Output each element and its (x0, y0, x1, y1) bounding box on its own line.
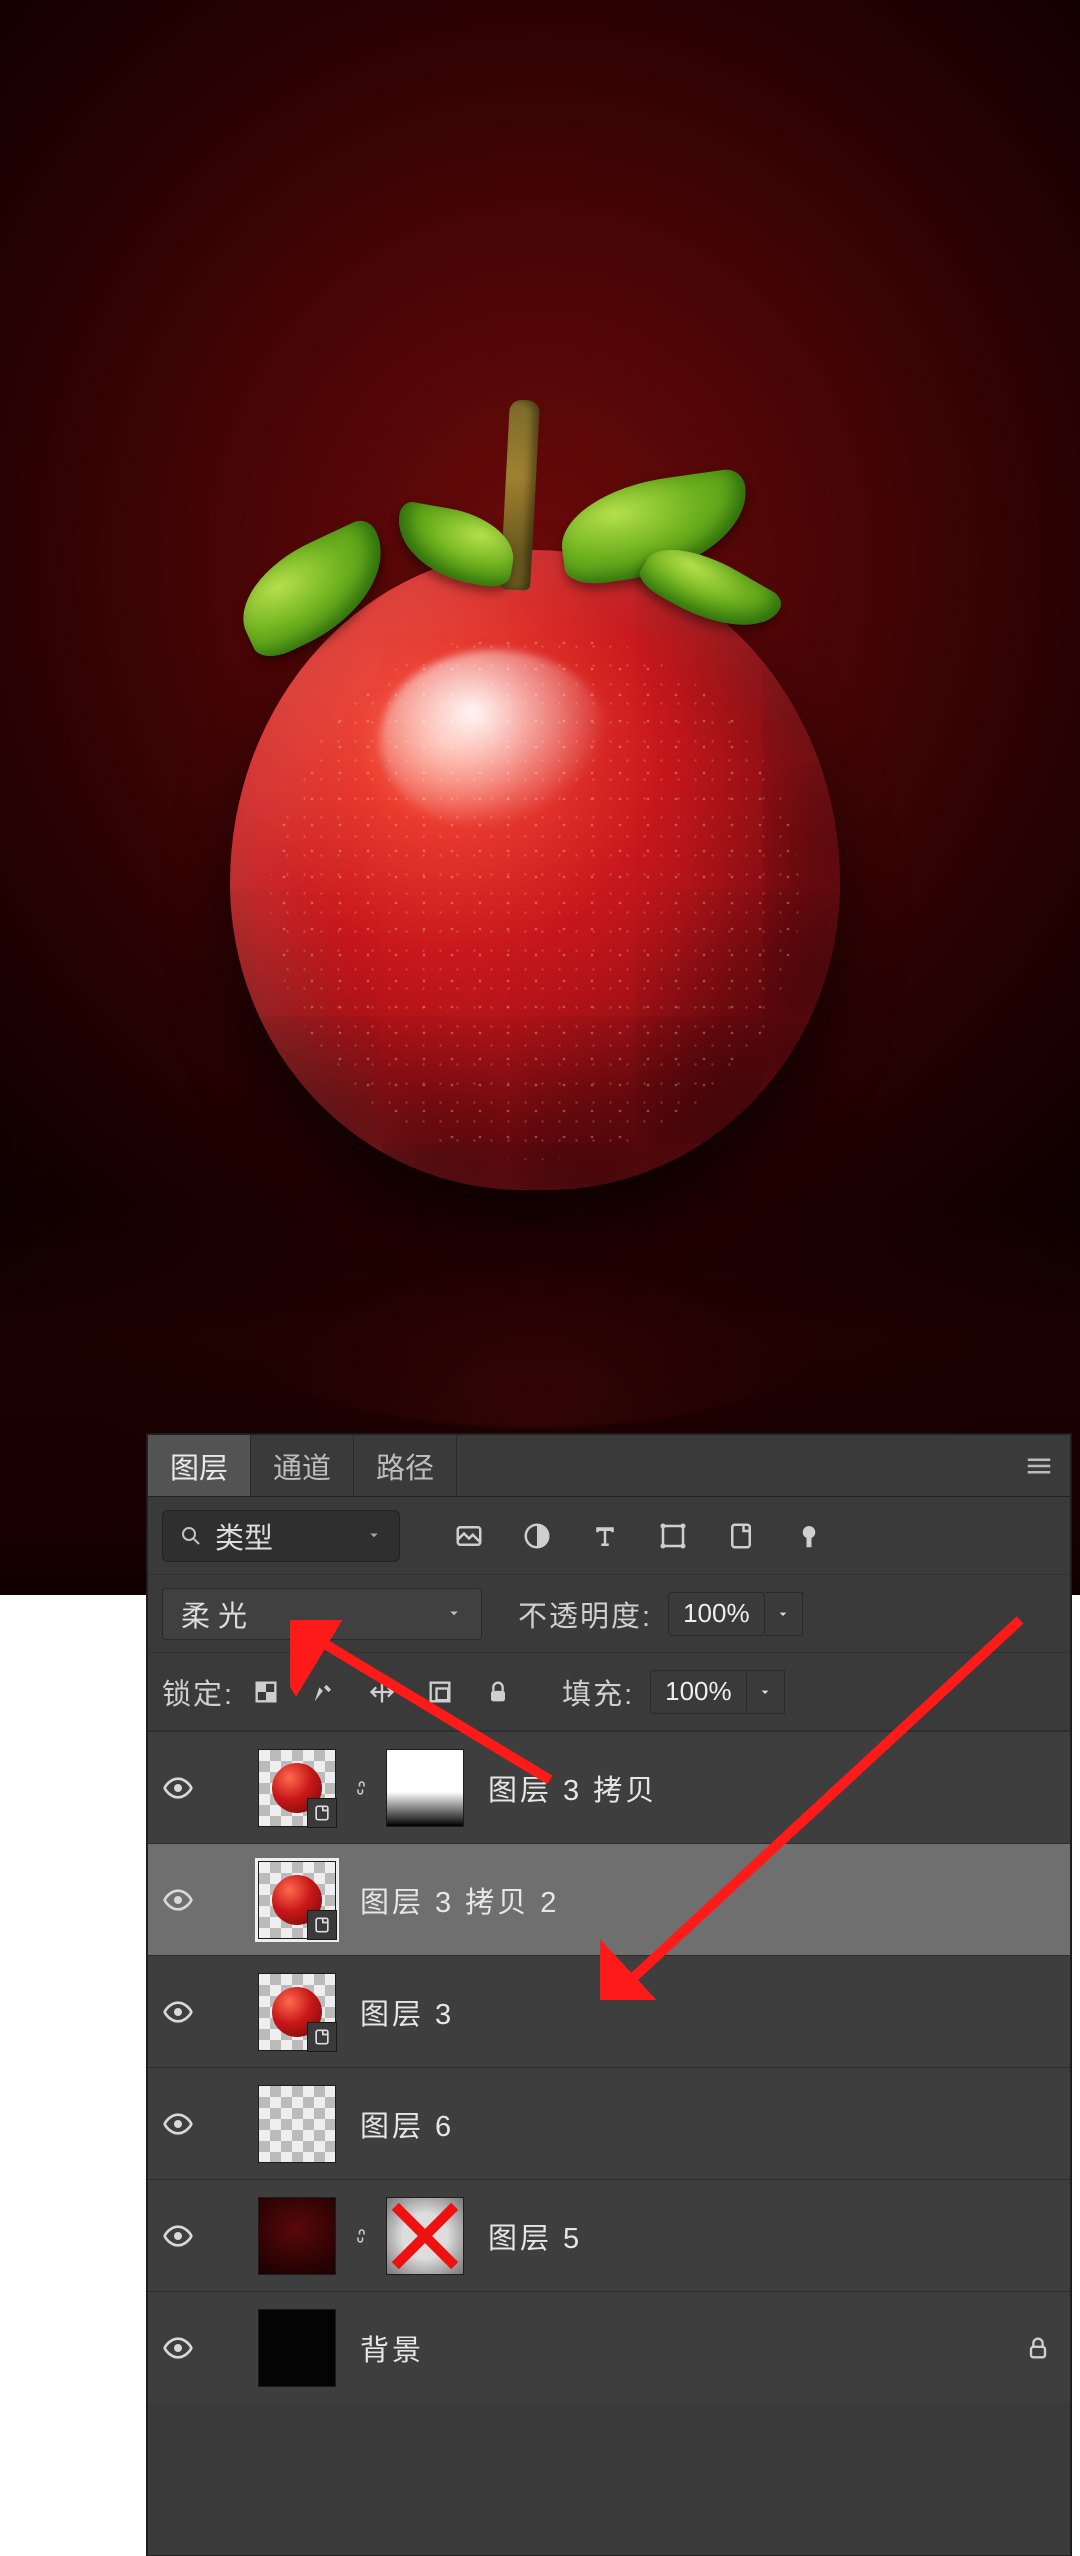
layer-name[interactable]: 图层 3 拷贝 (488, 1767, 657, 1809)
document-canvas (0, 0, 1080, 1595)
tab-layers[interactable]: 图层 (148, 1435, 251, 1496)
apple-artwork (230, 550, 840, 1190)
layer-thumbnail[interactable] (258, 1749, 336, 1827)
layer-thumbnail[interactable] (258, 1861, 336, 1939)
fill-label: 填充: (562, 1671, 634, 1713)
layer-row[interactable]: 背景 (148, 2291, 1070, 2403)
adjustment-layer-icon[interactable] (520, 1519, 554, 1553)
type-layer-icon[interactable] (588, 1519, 622, 1553)
visibility-toggle[interactable] (156, 1766, 200, 1810)
blend-mode-dropdown[interactable]: 柔光 (162, 1588, 482, 1640)
lock-pixels-icon[interactable] (308, 1676, 340, 1708)
leaf (390, 500, 520, 590)
smartobject-badge-icon (307, 1910, 337, 1940)
layer-thumbnail[interactable] (258, 2309, 336, 2387)
opacity-label: 不透明度: (518, 1593, 652, 1635)
layer-row[interactable]: 图层 3 拷贝 (148, 1731, 1070, 1843)
layer-name[interactable]: 背景 (360, 2327, 424, 2369)
layer-thumbnail[interactable] (258, 2085, 336, 2163)
layer-filter-type-label: 类型 (215, 1515, 273, 1557)
layer-filter-icons (452, 1519, 826, 1553)
layer-name[interactable]: 图层 5 (488, 2215, 582, 2257)
lock-all-icon[interactable] (482, 1676, 514, 1708)
layer-row[interactable]: 图层 6 (148, 2067, 1070, 2179)
layer-thumbnail[interactable] (258, 1973, 336, 2051)
artboard-icon[interactable] (792, 1519, 826, 1553)
fill-dropdown-button[interactable] (747, 1670, 785, 1714)
visibility-toggle[interactable] (156, 2214, 200, 2258)
lock-artboard-icon[interactable] (424, 1676, 456, 1708)
lock-fill-row: 锁定: 填充: 100% (148, 1653, 1070, 1731)
smartobject-badge-icon (307, 1798, 337, 1828)
search-icon (179, 1524, 203, 1548)
panel-menu-button[interactable] (1008, 1435, 1070, 1497)
layer-mask-thumbnail-disabled[interactable] (386, 2197, 464, 2275)
layer-name[interactable]: 图层 3 (360, 1991, 454, 2033)
layer-filter-type-dropdown[interactable]: 类型 (162, 1510, 400, 1562)
layer-name[interactable]: 图层 3 拷贝 2 (360, 1879, 559, 1921)
visibility-toggle[interactable] (156, 2102, 200, 2146)
tab-channels[interactable]: 通道 (251, 1435, 354, 1496)
smartobject-layer-icon[interactable] (724, 1519, 758, 1553)
opacity-dropdown-button[interactable] (765, 1592, 803, 1636)
layers-list: 图层 3 拷贝 图层 3 拷贝 2 图层 3 (148, 1731, 1070, 2403)
tab-paths[interactable]: 路径 (354, 1435, 457, 1496)
layer-thumbnail[interactable] (258, 2197, 336, 2275)
panel-tabs: 图层 通道 路径 (148, 1435, 1070, 1497)
visibility-toggle[interactable] (156, 1878, 200, 1922)
visibility-toggle[interactable] (156, 2326, 200, 2370)
fill-value-input[interactable]: 100% (650, 1670, 747, 1714)
lock-icons (250, 1676, 514, 1708)
smartobject-badge-icon (307, 2022, 337, 2052)
pixel-layer-icon[interactable] (452, 1519, 486, 1553)
shape-layer-icon[interactable] (656, 1519, 690, 1553)
layer-mask-link-icon[interactable] (350, 1768, 372, 1808)
layer-lock-icon[interactable] (1018, 2328, 1058, 2368)
layer-row[interactable]: 图层 3 (148, 1955, 1070, 2067)
visibility-toggle[interactable] (156, 1990, 200, 2034)
menu-icon (1024, 1451, 1054, 1481)
lock-label: 锁定: (162, 1671, 234, 1713)
chevron-down-icon (365, 1519, 383, 1552)
lock-transparency-icon[interactable] (250, 1676, 282, 1708)
layer-filter-row: 类型 (148, 1497, 1070, 1575)
blend-opacity-row: 柔光 不透明度: 100% (148, 1575, 1070, 1653)
lock-position-icon[interactable] (366, 1676, 398, 1708)
chevron-down-icon (445, 1597, 463, 1630)
apple-reflection (255, 1263, 815, 1428)
layers-panel: 图层 通道 路径 类型 柔光 不透明度: (147, 1434, 1071, 2556)
layer-name[interactable]: 图层 6 (360, 2103, 454, 2145)
layer-row[interactable]: 图层 5 (148, 2179, 1070, 2291)
layer-mask-link-icon[interactable] (350, 2216, 372, 2256)
blend-mode-value: 柔光 (181, 1593, 255, 1635)
layer-row[interactable]: 图层 3 拷贝 2 (148, 1843, 1070, 1955)
layer-mask-thumbnail[interactable] (386, 1749, 464, 1827)
opacity-value-input[interactable]: 100% (668, 1592, 765, 1636)
